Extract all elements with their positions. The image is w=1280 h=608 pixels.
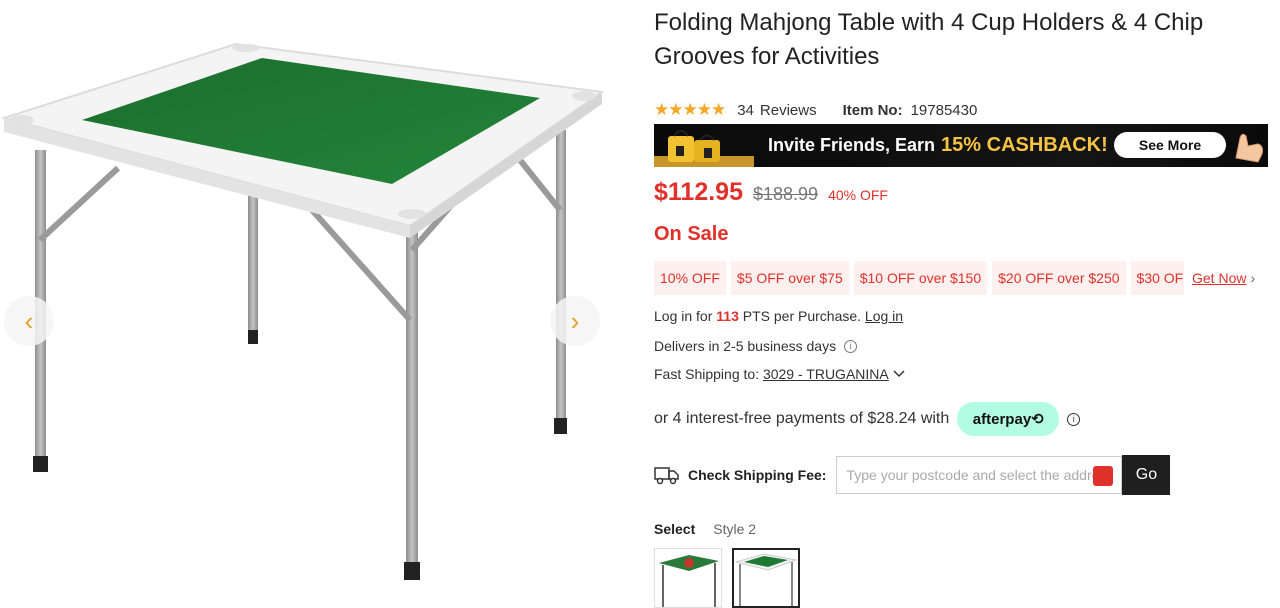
pointing-hand-icon: [1235, 133, 1263, 163]
product-image: [0, 42, 605, 580]
login-link[interactable]: Log in: [865, 308, 903, 324]
reviews-link[interactable]: Reviews: [760, 102, 817, 119]
afterpay-line: or 4 interest-free payments of $28.24 wi…: [654, 402, 1081, 436]
style-thumbnail-1[interactable]: [654, 548, 722, 608]
truck-icon: [654, 467, 679, 485]
delivery-line: Delivers in 2-5 business days i: [654, 338, 858, 354]
price-row: $112.95 $188.99 40% OFF: [654, 178, 888, 207]
coupon-chip[interactable]: $10 OFF over $150: [853, 261, 988, 295]
postcode-input-wrapper: [836, 456, 1123, 494]
points-value: 113: [716, 308, 739, 324]
select-label: Select: [654, 521, 696, 537]
points-line: Log in for 113 PTS per Purchase. Log in: [654, 308, 903, 324]
item-no-value: 19785430: [910, 101, 978, 119]
style-thumbnail-2[interactable]: [732, 548, 800, 608]
chevron-down-icon[interactable]: [892, 367, 906, 381]
go-button[interactable]: Go: [1122, 455, 1171, 495]
thumbnail-image: [734, 553, 798, 606]
on-sale-label: On Sale: [654, 223, 729, 245]
rating-row: ★★★★★ 34 Reviews Item No: 19785430: [654, 100, 977, 120]
get-now-link[interactable]: Get Now: [1192, 270, 1246, 286]
chevron-right-icon: ›: [570, 305, 580, 336]
coupon-list: 10% OFF $5 OFF over $75 $10 OFF over $15…: [654, 261, 1184, 295]
thumbnail-image: [659, 555, 719, 607]
current-price: $112.95: [654, 178, 743, 206]
afterpay-logo[interactable]: afterpay⟲: [957, 402, 1060, 436]
gallery-prev-button[interactable]: ‹: [4, 296, 54, 346]
style-thumbnails: [654, 548, 810, 608]
points-prefix: Log in for: [654, 308, 713, 324]
shipping-location-link[interactable]: 3029 - TRUGANINA: [763, 366, 889, 382]
star-rating-icon[interactable]: ★★★★★: [654, 100, 726, 120]
shipping-fee-row: Check Shipping Fee: Go: [654, 455, 1171, 495]
chevron-right-icon: ›: [1250, 270, 1256, 286]
banner-text: Invite Friends, Earn: [768, 135, 936, 155]
product-title: Folding Mahjong Table with 4 Cup Holders…: [654, 9, 1204, 70]
shipping-to-line: Fast Shipping to: 3029 - TRUGANINA: [654, 366, 906, 382]
delivery-text: Delivers in 2-5 business days: [654, 338, 837, 354]
address-book-icon[interactable]: [1093, 466, 1114, 486]
style-select-row: Select Style 2: [654, 521, 756, 537]
original-price: $188.99: [753, 184, 819, 204]
coupon-chip[interactable]: $5 OFF over $75: [730, 261, 849, 295]
reviews-count[interactable]: 34: [737, 102, 754, 119]
chevron-left-icon: ‹: [24, 305, 34, 336]
cashback-banner[interactable]: Invite Friends, Earn 15% CASHBACK! See M…: [654, 124, 1268, 167]
info-icon[interactable]: i: [844, 339, 858, 353]
points-suffix: PTS per Purchase.: [742, 308, 862, 324]
coupon-chip[interactable]: 10% OFF: [654, 261, 726, 295]
shipping-fee-label: Check Shipping Fee:: [688, 467, 827, 483]
shopping-bags-icon: [654, 130, 754, 167]
afterpay-text: or 4 interest-free payments of $28.24 wi…: [654, 410, 950, 427]
discount-badge: 40% OFF: [828, 187, 888, 203]
product-gallery: ‹ ›: [0, 0, 620, 592]
gallery-next-button[interactable]: ›: [550, 296, 600, 346]
shipping-to-label: Fast Shipping to:: [654, 366, 760, 382]
see-more-button[interactable]: See More: [1114, 132, 1226, 158]
selected-style: Style 2: [713, 521, 757, 537]
item-no-label: Item No:: [842, 101, 903, 119]
postcode-input[interactable]: [837, 467, 1106, 483]
coupon-chip[interactable]: $30 OF: [1130, 261, 1184, 295]
coupon-row: 10% OFF $5 OFF over $75 $10 OFF over $15…: [654, 261, 1268, 295]
info-icon[interactable]: i: [1067, 412, 1081, 426]
banner-highlight: 15% CASHBACK!: [941, 134, 1108, 156]
coupon-chip[interactable]: $20 OFF over $250: [992, 261, 1126, 295]
